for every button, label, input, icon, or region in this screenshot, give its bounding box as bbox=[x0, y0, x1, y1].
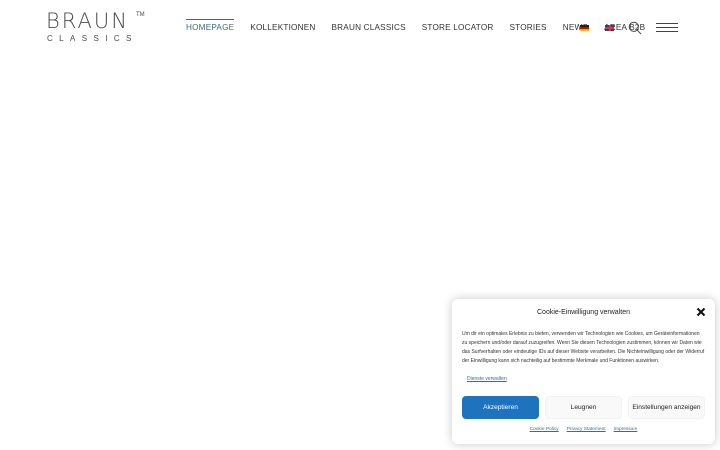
cookie-footer-links: Cookie Policy Privacy Statement Impressu… bbox=[452, 427, 715, 432]
english-flag-icon[interactable] bbox=[605, 25, 614, 31]
logo-trademark: TM bbox=[136, 12, 145, 18]
deny-button[interactable]: Leugnen bbox=[545, 396, 622, 419]
view-preferences-button[interactable]: Einstellungen anzeigen bbox=[628, 396, 705, 419]
close-icon[interactable] bbox=[696, 307, 706, 317]
brand-logo[interactable]: BRAUN TM CLASSICS bbox=[46, 10, 146, 46]
cookie-dialog-text: Um dir ein optimales Erlebnis zu bieten,… bbox=[462, 331, 705, 364]
impressum-link[interactable]: Impressum bbox=[614, 427, 638, 432]
search-icon[interactable] bbox=[628, 21, 642, 35]
logo-wordmark: BRAUN bbox=[46, 9, 129, 33]
nav-item-braun-classics[interactable]: BRAUN CLASSICS bbox=[332, 22, 406, 34]
cookie-policy-link[interactable]: Cookie Policy bbox=[530, 427, 559, 432]
german-flag-icon[interactable] bbox=[580, 25, 589, 31]
logo-subtitle: CLASSICS bbox=[47, 34, 138, 43]
nav-item-store-locator[interactable]: STORE LOCATOR bbox=[422, 22, 494, 34]
hamburger-menu-icon[interactable] bbox=[656, 22, 678, 32]
manage-services-link[interactable]: Dienste verwalten bbox=[467, 376, 507, 382]
nav-item-stories[interactable]: STORIES bbox=[510, 22, 547, 34]
nav-item-kollektionen[interactable]: KOLLEKTIONEN bbox=[250, 22, 315, 34]
main-navigation: HOMEPAGE KOLLEKTIONEN BRAUN CLASSICS STO… bbox=[186, 19, 645, 34]
cookie-dialog-title: Cookie-Einwilligung verwalten bbox=[537, 309, 630, 316]
privacy-statement-link[interactable]: Privacy Statement bbox=[567, 427, 606, 432]
accept-button[interactable]: Akzeptieren bbox=[462, 396, 539, 419]
cookie-consent-dialog: Cookie-Einwilligung verwalten Um dir ein… bbox=[452, 299, 715, 444]
nav-item-homepage[interactable]: HOMEPAGE bbox=[186, 19, 235, 34]
